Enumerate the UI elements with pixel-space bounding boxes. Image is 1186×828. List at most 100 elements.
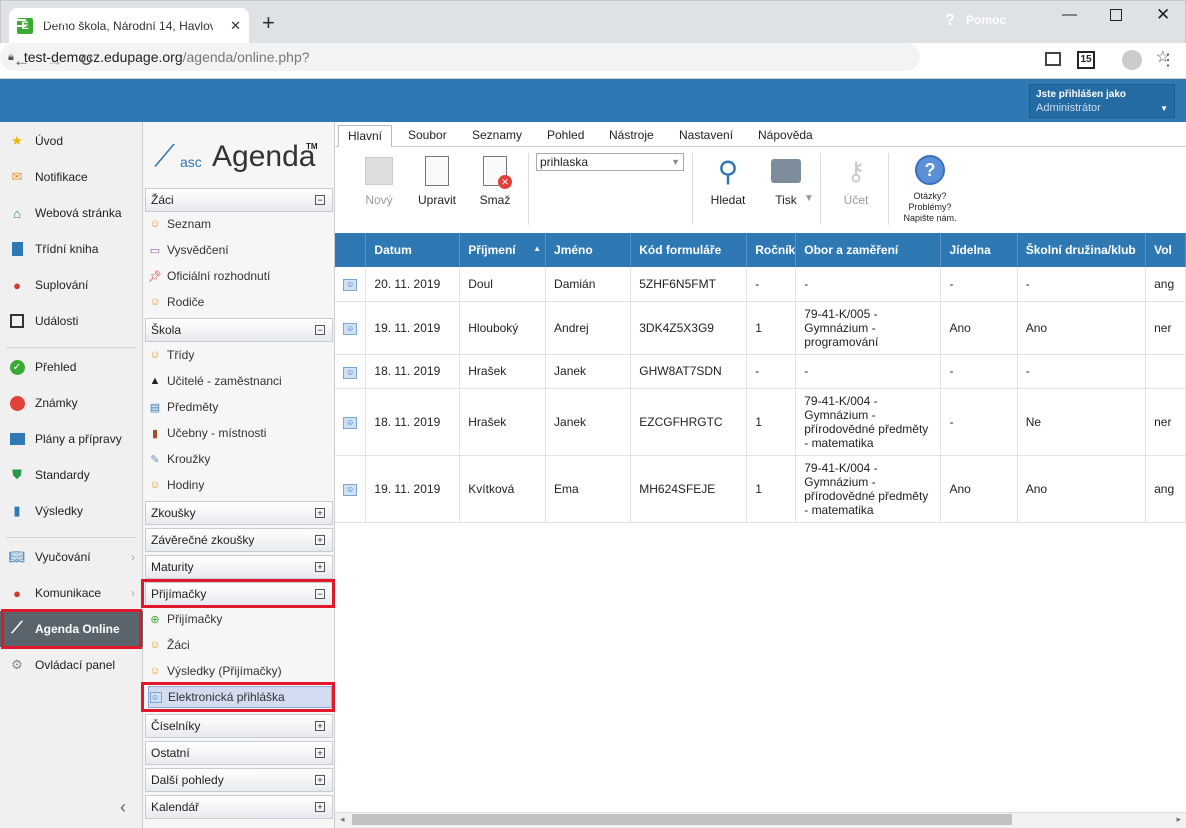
tree-item-ucebny[interactable]: ▮ Učebny - místnosti <box>148 422 332 444</box>
tab-nastroje[interactable]: Nástroje <box>609 128 654 142</box>
col-jmeno[interactable]: Jméno <box>545 233 632 267</box>
tree-item-rodice[interactable]: ☺ Rodiče <box>148 291 332 313</box>
new-button[interactable]: Nový <box>354 155 404 207</box>
tree-item-seznam[interactable]: ☺ Seznam <box>148 213 332 235</box>
support-button[interactable]: ? Otázky? Problémy? Napište nám. <box>895 153 965 224</box>
expand-icon[interactable]: + <box>315 721 325 731</box>
row-icon-cell[interactable]: ☺ <box>335 388 367 456</box>
col-obor[interactable]: Obor a zaměření <box>795 233 942 267</box>
nav-item-plany[interactable]: Plány a přípravy <box>0 421 143 457</box>
collapse-icon[interactable]: − <box>315 325 325 335</box>
edit-button[interactable]: Upravit <box>412 155 462 207</box>
table-row[interactable]: ☺ 18. 11. 2019 Hrašek Janek GHW8AT7SDN - - - - <box>335 354 1186 389</box>
nav-item-ovladaci-panel[interactable]: ⚙ Ovládací panel <box>0 647 143 683</box>
hamburger-menu-icon[interactable] <box>10 13 26 27</box>
tab-seznamy[interactable]: Seznamy <box>472 128 522 142</box>
expand-icon[interactable]: + <box>315 535 325 545</box>
minimize-icon[interactable]: — <box>1062 6 1077 23</box>
row-icon-cell[interactable]: ☺ <box>335 455 367 523</box>
collapse-sidebar-icon[interactable]: ‹ <box>120 797 126 818</box>
tab-napoveda[interactable]: Nápověda <box>758 128 813 142</box>
collapse-icon[interactable]: − <box>315 195 325 205</box>
nav-item-suplovani[interactable]: ● Suplování <box>0 267 143 303</box>
table-row[interactable]: ☺ 19. 11. 2019 Hlouboký Andrej 3DK4Z5X3G9 1 79… <box>335 301 1186 355</box>
col-rocnik[interactable]: Ročník <box>746 233 797 267</box>
tree-group-prijimacky[interactable]: Přijímačky − <box>145 582 333 606</box>
tree-item-oficialni-rozhodnuti[interactable]: 📌︎ Oficiální rozhodnutí <box>148 265 332 287</box>
tree-item-tridy[interactable]: ☺ Třídy <box>148 344 332 366</box>
nav-item-vyucovani[interactable]: 📖︎ Vyučování › <box>0 539 143 575</box>
address-bar[interactable]: 🔒︎ test-democz.edupage.org/agenda/online… <box>0 43 1170 71</box>
col-datum[interactable]: Datum <box>365 233 461 267</box>
nav-item-agenda-online[interactable]: ⟋ Agenda Online <box>0 611 143 647</box>
application-form-icon[interactable]: ☺ <box>343 366 358 379</box>
table-row[interactable]: ☺ 20. 11. 2019 Doul Damián 5ZHF6N5FMT - - - - ang <box>335 267 1186 302</box>
tab-pohled[interactable]: Pohled <box>547 128 584 142</box>
row-icon-cell[interactable]: ☺ <box>335 267 367 302</box>
nav-item-udalosti[interactable]: Události <box>0 303 143 339</box>
col-prijmeni[interactable]: Příjmení ▲ <box>459 233 547 267</box>
forward-icon[interactable]: → <box>46 51 63 71</box>
tree-item-vysledky-prijimacky[interactable]: ☺ Výsledky (Přijímačky) <box>148 660 332 682</box>
browser-menu-icon[interactable]: ⋮ <box>1160 50 1176 70</box>
tree-item-ucitele[interactable]: ▲ Učitelé - zaměstnanci <box>148 370 332 392</box>
search-button[interactable]: ⚲ Hledat <box>703 155 753 208</box>
col-druzina[interactable]: Školní družina/klub <box>1017 233 1147 267</box>
col-vol[interactable]: Vol <box>1145 233 1186 267</box>
back-icon[interactable]: ← <box>13 51 30 71</box>
col-kod-formulare[interactable]: Kód formuláře <box>630 233 748 267</box>
nav-item-vysledky[interactable]: ▮ Výsledky <box>0 493 143 529</box>
tab-soubor[interactable]: Soubor <box>408 128 447 142</box>
table-row[interactable]: ☺ 19. 11. 2019 Kvítková Ema MH624SFEJE 1 79-41… <box>335 455 1186 523</box>
application-form-icon[interactable]: ☺ <box>343 417 358 429</box>
account-button[interactable]: ⚷ Účet <box>831 155 881 208</box>
application-form-icon[interactable]: ☺ <box>343 323 358 335</box>
maximize-icon[interactable] <box>1110 9 1122 21</box>
tree-group-dalsi-pohledy[interactable]: Další pohledy + <box>145 768 333 792</box>
nav-item-prehled[interactable]: ✓ Přehled <box>0 349 143 385</box>
tree-item-elektronicka-prihlaska[interactable]: ☺ Elektronická přihláška <box>148 686 332 708</box>
scrollbar-thumb[interactable] <box>352 814 1012 825</box>
user-menu[interactable]: Jste přihlášen jako Administrátor ▼ <box>1029 84 1175 118</box>
tree-item-krouzky[interactable]: ✎ Kroužky <box>148 448 332 470</box>
help-icon[interactable]: ? <box>945 12 955 30</box>
tree-group-zkousky[interactable]: Zkoušky + <box>145 501 333 525</box>
col-jidelna[interactable]: Jídelna <box>940 233 1018 267</box>
expand-icon[interactable]: + <box>315 562 325 572</box>
nav-item-standardy[interactable]: ⛊ Standardy <box>0 457 143 493</box>
tree-group-zaci[interactable]: Žáci − <box>145 188 333 212</box>
expand-icon[interactable]: + <box>315 748 325 758</box>
profile-avatar[interactable] <box>1122 50 1142 70</box>
tab-close-icon[interactable]: ✕ <box>230 18 241 34</box>
expand-icon[interactable]: + <box>315 802 325 812</box>
application-form-icon[interactable]: ☺ <box>343 484 358 496</box>
help-link[interactable]: Pomoc <box>966 13 1006 27</box>
tree-group-kalendar[interactable]: Kalendář + <box>145 795 333 819</box>
tree-group-skola[interactable]: Škola − <box>145 318 333 342</box>
tab-nastaveni[interactable]: Nastavení <box>679 128 733 142</box>
tree-item-predmety[interactable]: ▤ Předměty <box>148 396 332 418</box>
reload-icon[interactable]: ↻ <box>79 51 93 71</box>
nav-item-tridni-kniha[interactable]: Třídní kniha <box>0 231 143 267</box>
tree-item-hodiny[interactable]: ☺ Hodiny <box>148 474 332 496</box>
tree-item-zaci[interactable]: ☺ Žáci <box>148 634 332 656</box>
nav-item-znamky[interactable]: Známky <box>0 385 143 421</box>
nav-item-uvod[interactable]: ★ Úvod <box>0 123 143 159</box>
scroll-left-icon[interactable]: ◂ <box>340 814 345 825</box>
tree-item-vysvedceni[interactable]: ▭ Vysvědčení <box>148 239 332 261</box>
tree-group-ciselniky[interactable]: Číselníky + <box>145 714 333 738</box>
tree-group-ostatni[interactable]: Ostatní + <box>145 741 333 765</box>
tree-item-prijimacky[interactable]: ⊕ Přijímačky <box>148 608 332 630</box>
tab-hlavni[interactable]: Hlavní <box>338 125 393 148</box>
tree-group-zaverecne-zkousky[interactable]: Závěrečné zkoušky + <box>145 528 333 552</box>
new-tab-icon[interactable]: + <box>262 12 275 34</box>
expand-icon[interactable]: + <box>315 508 325 518</box>
delete-button[interactable]: ✕ Smaž <box>470 155 520 207</box>
tree-group-maturity[interactable]: Maturity + <box>145 555 333 579</box>
nav-item-webova-stranka[interactable]: ⌂ Webová stránka <box>0 195 143 231</box>
expand-icon[interactable]: + <box>315 775 325 785</box>
table-row[interactable]: ☺ 18. 11. 2019 Hrašek Janek EZCGFHRGTC 1 79-41… <box>335 388 1186 456</box>
print-dropdown-icon[interactable]: ▼ <box>804 193 814 204</box>
collapse-icon[interactable]: − <box>315 589 325 599</box>
view-select[interactable]: prihlaska ▼ <box>536 153 684 171</box>
